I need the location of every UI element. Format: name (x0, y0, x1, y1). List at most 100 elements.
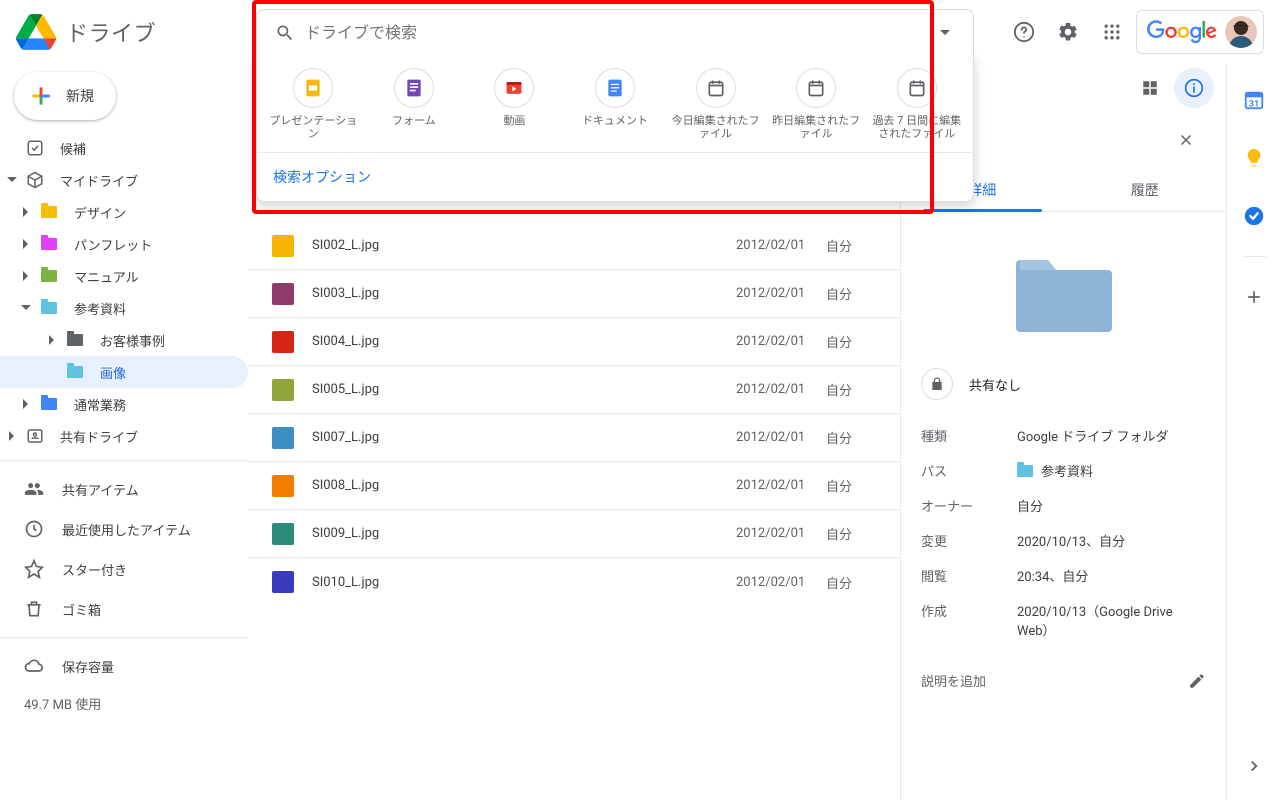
chip-label: 動画 (501, 114, 527, 142)
chip-icon (293, 68, 333, 108)
chip-icon (494, 68, 534, 108)
file-owner: 自分 (826, 380, 876, 399)
tasks-icon (1243, 205, 1265, 227)
nav-storage[interactable]: 保存容量 (0, 646, 248, 686)
search-icon-button[interactable] (265, 13, 305, 53)
search-chip[interactable]: 動画 (464, 68, 565, 142)
file-row[interactable]: SI002_L.jpg2012/02/01自分 (248, 222, 900, 270)
help-icon (1013, 21, 1035, 43)
search-chip[interactable]: ドキュメント (565, 68, 666, 142)
chip-icon (595, 68, 635, 108)
file-date: 2012/02/01 (736, 575, 826, 590)
search-chip[interactable]: フォーム (364, 68, 465, 142)
chip-label: 過去 7 日間に編集されたファイル (866, 114, 967, 142)
search-chip[interactable]: 今日編集されたファイル (665, 68, 766, 142)
tree-folder[interactable]: マニュアル (0, 260, 248, 292)
avatar (1225, 16, 1257, 48)
search-chip[interactable]: 昨日編集されたファイル (766, 68, 867, 142)
path-link[interactable]: 参考資料 (1017, 461, 1206, 480)
storage-used: 49.7 MB 使用 (0, 686, 248, 721)
file-thumb (272, 283, 294, 305)
file-row[interactable]: SI004_L.jpg2012/02/01自分 (248, 318, 900, 366)
svg-text:31: 31 (1248, 99, 1259, 109)
keep-app[interactable] (1236, 140, 1272, 176)
keep-icon (1243, 147, 1265, 169)
chip-label: ドキュメント (580, 114, 650, 142)
chevron-right-icon (1245, 757, 1263, 775)
close-icon (1177, 131, 1195, 149)
nav-recent[interactable]: 最近使用したアイテム (0, 509, 248, 549)
side-rail: 31 (1226, 64, 1280, 800)
grid-icon (1141, 79, 1159, 97)
info-icon (1184, 78, 1204, 98)
tree-folder[interactable]: デザイン (0, 196, 248, 228)
file-name: SI009_L.jpg (312, 526, 736, 541)
logo-area[interactable]: ドライブ (8, 12, 256, 52)
apps-button[interactable] (1092, 12, 1132, 52)
description-placeholder: 説明を追加 (921, 671, 986, 690)
google-logo-icon (1147, 20, 1217, 44)
file-owner: 自分 (826, 476, 876, 495)
file-row[interactable]: SI007_L.jpg2012/02/01自分 (248, 414, 900, 462)
settings-button[interactable] (1048, 12, 1088, 52)
tree-folder[interactable]: 通常業務 (0, 388, 248, 420)
share-status-row: 共有なし (901, 368, 1226, 418)
file-row[interactable]: SI003_L.jpg2012/02/01自分 (248, 270, 900, 318)
file-owner: 自分 (826, 284, 876, 303)
plus-icon (28, 83, 54, 109)
search-chip[interactable]: 過去 7 日間に編集されたファイル (866, 68, 967, 142)
sidebar: 新規 候補 マイドライブ デザインパンフレットマニュアル参考資料お客様事例画像通… (0, 64, 248, 800)
file-name: SI002_L.jpg (312, 238, 736, 253)
nav-trash[interactable]: ゴミ箱 (0, 589, 248, 629)
tree-folder[interactable]: お客様事例 (0, 324, 248, 356)
file-owner: 自分 (826, 332, 876, 351)
header: ドライブ プレゼンテーションフォーム動画ドキュメント今日編集されたファイル昨日編… (0, 0, 1280, 64)
search-dropdown-button[interactable] (925, 13, 965, 53)
file-owner: 自分 (826, 236, 876, 255)
layout-button[interactable] (1130, 68, 1170, 108)
file-owner: 自分 (826, 573, 876, 592)
file-date: 2012/02/01 (736, 238, 826, 253)
search-box[interactable] (256, 9, 974, 55)
file-row[interactable]: SI005_L.jpg2012/02/01自分 (248, 366, 900, 414)
tasks-app[interactable] (1236, 198, 1272, 234)
file-owner: 自分 (826, 524, 876, 543)
search-options-link[interactable]: 検索オプション (273, 170, 371, 186)
close-details-button[interactable] (1166, 120, 1206, 160)
info-button[interactable] (1174, 68, 1214, 108)
nav-my-drive[interactable]: マイドライブ (0, 164, 248, 196)
file-date: 2012/02/01 (736, 478, 826, 493)
search-input[interactable] (305, 23, 925, 42)
nav-candidates[interactable]: 候補 (0, 132, 248, 164)
cloud-icon (24, 656, 44, 676)
tree-folder[interactable]: 参考資料 (0, 292, 248, 324)
nav-starred[interactable]: スター付き (0, 549, 248, 589)
edit-icon[interactable] (1188, 672, 1206, 690)
file-thumb (272, 523, 294, 545)
nav-shared[interactable]: 共有アイテム (0, 469, 248, 509)
tree-folder[interactable]: パンフレット (0, 228, 248, 260)
chip-icon (696, 68, 736, 108)
file-date: 2012/02/01 (736, 430, 826, 445)
help-button[interactable] (1004, 12, 1044, 52)
search-chip[interactable]: プレゼンテーション (263, 68, 364, 142)
file-thumb (272, 331, 294, 353)
share-status-text: 共有なし (969, 375, 1021, 394)
calendar-app[interactable]: 31 (1236, 82, 1272, 118)
tab-history[interactable]: 履歴 (1064, 168, 1227, 211)
search-area: プレゼンテーションフォーム動画ドキュメント今日編集されたファイル昨日編集されたフ… (256, 8, 974, 56)
tree-folder[interactable]: 画像 (0, 356, 248, 388)
nav-shared-drives[interactable]: 共有ドライブ (0, 420, 248, 452)
add-app[interactable] (1236, 279, 1272, 315)
file-row[interactable]: SI009_L.jpg2012/02/01自分 (248, 510, 900, 558)
file-row[interactable]: SI010_L.jpg2012/02/01自分 (248, 558, 900, 606)
file-name: SI004_L.jpg (312, 334, 736, 349)
file-date: 2012/02/01 (736, 334, 826, 349)
plus-icon (1244, 287, 1264, 307)
collapse-rail[interactable] (1236, 748, 1272, 784)
folder-preview (901, 212, 1226, 368)
new-button[interactable]: 新規 (14, 72, 116, 120)
file-name: SI008_L.jpg (312, 478, 736, 493)
account-chip[interactable] (1136, 10, 1264, 54)
file-row[interactable]: SI008_L.jpg2012/02/01自分 (248, 462, 900, 510)
